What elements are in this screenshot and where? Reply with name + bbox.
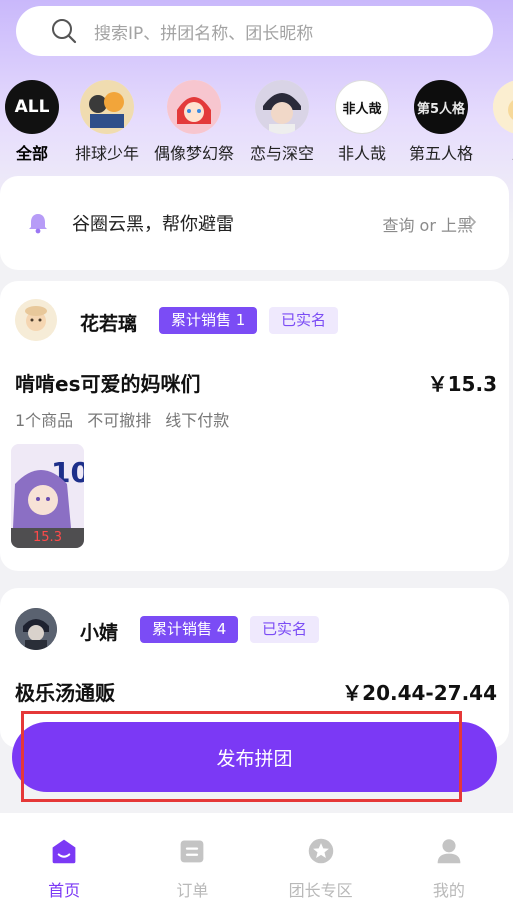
category-ensemble-stars[interactable]: 偶像梦幻祭: [154, 80, 234, 164]
leader-name: 小婧: [80, 622, 119, 644]
category-haikyuu-avatar: [80, 80, 134, 134]
tab-leader-zone[interactable]: 团长专区: [257, 813, 385, 901]
thumbnail-price: 15.3: [11, 528, 84, 548]
category-genshin-avatar: [493, 80, 513, 134]
bell-icon: [29, 214, 47, 234]
bottom-tab-bar: 首页 订单 团长专区 我的: [0, 813, 513, 901]
notice-link[interactable]: 查询 or 上黑: [382, 212, 473, 236]
tab-orders[interactable]: 订单: [128, 813, 256, 901]
order-icon: [181, 840, 204, 863]
blacklist-notice-card[interactable]: 谷圈云黑，帮你避雷 查询 or 上黑: [0, 176, 509, 270]
category-love-deepspace[interactable]: 恋与深空: [242, 80, 322, 164]
category-label: 非人哉: [337, 144, 386, 163]
chevron-right-icon: [468, 215, 477, 229]
leader-avatar: [15, 299, 57, 341]
meta-item-count: 1个商品: [15, 411, 74, 430]
meta-offline-payment: 线下付款: [165, 411, 230, 430]
search-icon: [52, 19, 77, 44]
category-label: 偶像梦幻祭: [154, 144, 235, 163]
category-haikyuu[interactable]: 排球少年: [67, 80, 147, 164]
sales-badge: 累计销售 4: [140, 616, 239, 643]
category-all-avatar: ALL: [5, 80, 59, 134]
category-label: 第五人格: [408, 144, 473, 163]
category-love-deepspace-avatar: [255, 80, 309, 134]
category-feirenzai-avatar-text: 非人哉: [342, 101, 382, 117]
sales-badge: 累计销售 1: [159, 307, 258, 334]
group-price: ￥15.3: [427, 372, 497, 396]
tab-label: 首页: [48, 881, 81, 900]
category-label: 全部: [15, 144, 48, 163]
home-icon: [52, 839, 76, 864]
tab-home[interactable]: 首页: [0, 813, 128, 901]
tab-label: 我的: [432, 881, 465, 900]
star-icon: [308, 838, 333, 864]
search-placeholder: 搜索IP、拼团名称、团长昵称: [94, 23, 314, 44]
category-all[interactable]: ALL 全部: [0, 80, 72, 164]
group-price: ￥20.44-27.44: [342, 681, 497, 705]
category-identity-v-avatar-text: 第5人格: [416, 101, 466, 117]
category-identity-v-avatar: 第5人格: [414, 80, 468, 134]
category-ensemble-stars-avatar: [167, 80, 221, 134]
category-label: 原: [480, 140, 513, 164]
category-identity-v[interactable]: 第5人格 第五人格: [401, 80, 481, 164]
product-thumbnail[interactable]: 10 15.3: [11, 444, 84, 548]
tab-label: 团长专区: [288, 881, 353, 900]
tab-label: 订单: [176, 881, 209, 900]
profile-icon: [437, 839, 461, 864]
highlight-box: [21, 711, 462, 802]
category-genshin[interactable]: 原: [480, 80, 513, 164]
category-all-avatar-text: ALL: [14, 97, 50, 117]
verified-badge: 已实名: [269, 307, 339, 334]
group-title: 极乐汤通贩: [15, 681, 115, 705]
category-feirenzai-avatar: 非人哉: [335, 80, 389, 134]
meta-no-cancel: 不可撤排: [87, 411, 152, 430]
leader-name: 花若璃: [80, 313, 138, 335]
category-label: 恋与深空: [249, 144, 314, 163]
leader-avatar: [15, 608, 57, 650]
search-bar[interactable]: 搜索IP、拼团名称、团长昵称: [16, 6, 493, 56]
category-feirenzai[interactable]: 非人哉 非人哉: [322, 80, 402, 164]
verified-badge: 已实名: [250, 616, 320, 643]
category-bar: ALL 全部 排球少年 偶像梦幻祭 恋与深空 非人哉 非人哉 第5人格 第五人格: [0, 80, 513, 164]
notice-text: 谷圈云黑，帮你避雷: [72, 214, 234, 235]
tab-profile[interactable]: 我的: [385, 813, 513, 901]
group-meta: 1个商品 不可撤排 线下付款: [15, 407, 243, 431]
group-title: 啃啃es可爱的妈咪们: [15, 372, 201, 396]
category-label: 排球少年: [74, 144, 139, 163]
